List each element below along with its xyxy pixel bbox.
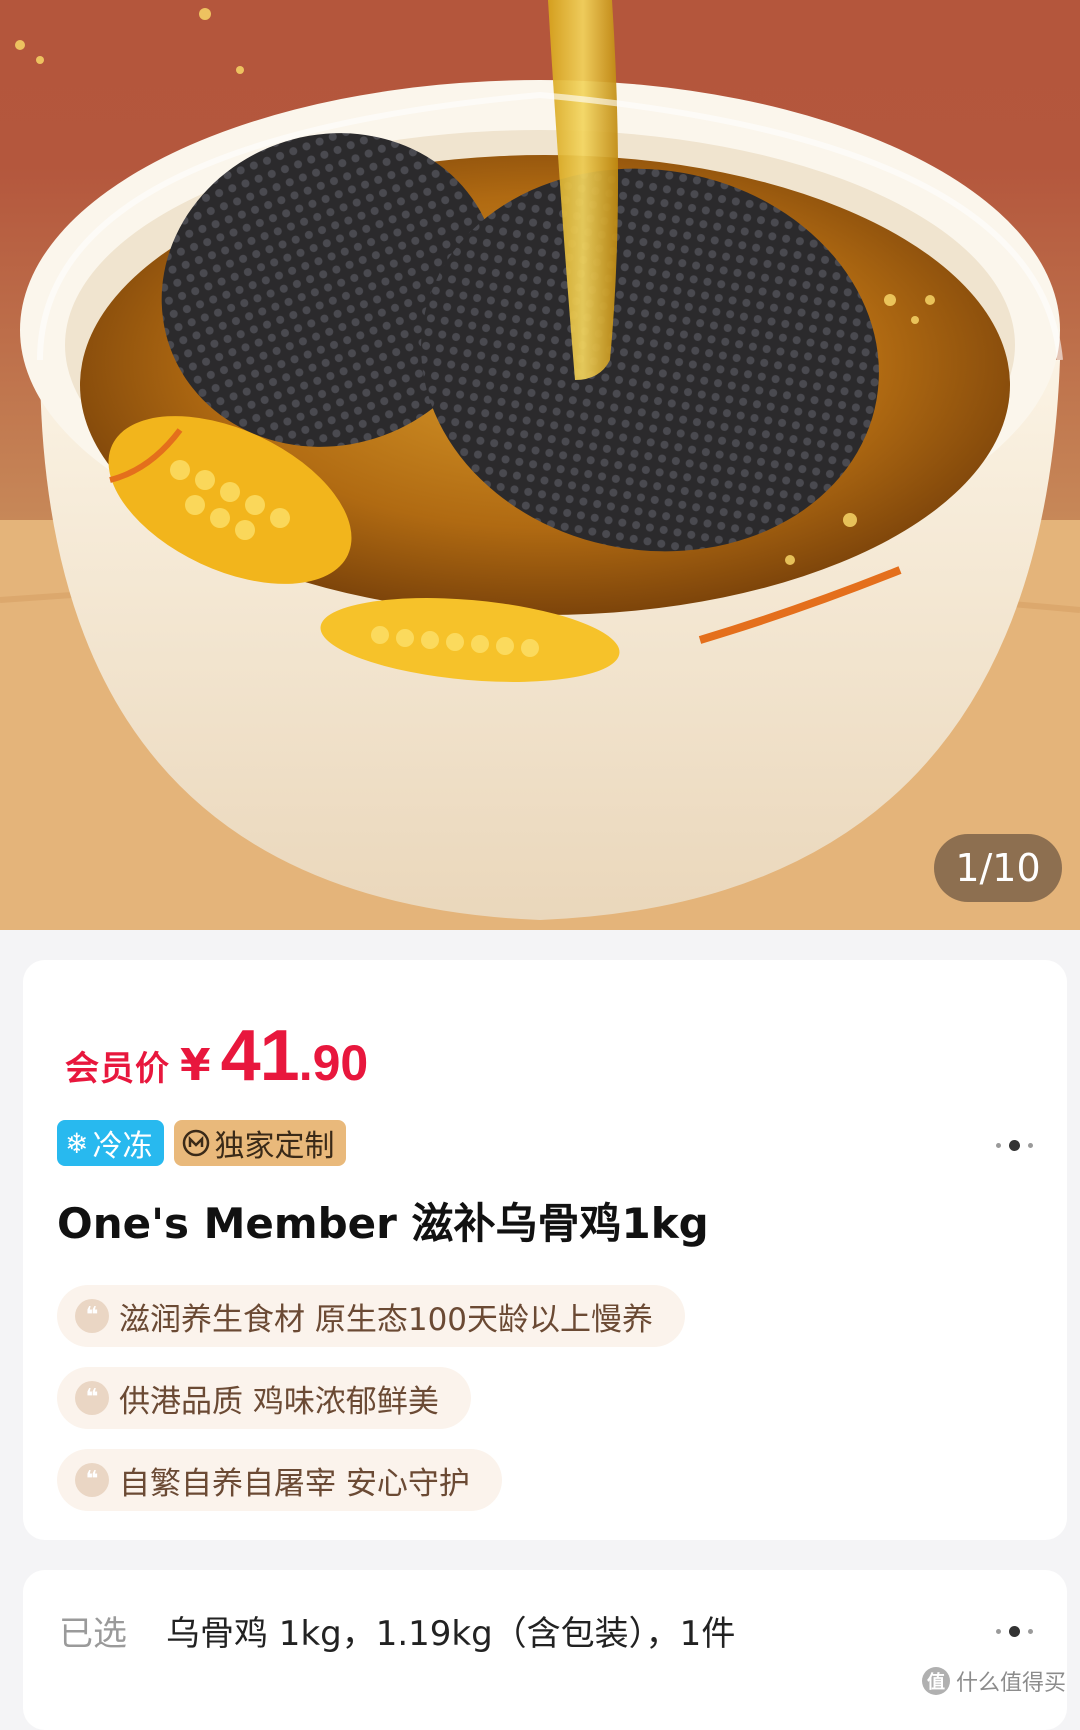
watermark-text: 什么值得买 (955, 1671, 1066, 1696)
quote-icon: ❝ (75, 1463, 109, 1497)
tag-exclusive: 独家定制 (174, 1120, 347, 1166)
more-options-icon[interactable] (996, 1626, 1033, 1637)
product-info-card: 会员价 ¥ 41 .90 ❄ 冷冻 独家定制 One's Member 滋补乌骨… (23, 960, 1067, 1540)
quote-icon: ❝ (75, 1381, 109, 1415)
more-options-icon[interactable] (996, 1140, 1033, 1151)
member-price: 会员价 ¥ 41 .90 (65, 1015, 369, 1096)
brand-logo-icon (182, 1129, 210, 1157)
price-decimal: .90 (298, 1035, 369, 1091)
tag-label: 冷冻 (92, 1129, 153, 1164)
image-page-counter: 1/10 (934, 834, 1062, 902)
feature-text: 滋润养生食材 原生态100天龄以上慢养 (119, 1301, 654, 1338)
feature-item: ❝ 自繁自养自屠宰 安心守护 (57, 1449, 502, 1511)
feature-list: ❝ 滋润养生食材 原生态100天龄以上慢养 ❝ 供港品质 鸡味浓郁鲜美 ❝ 自繁… (57, 1285, 686, 1531)
selected-spec-row[interactable]: 已选 乌骨鸡 1kg，1.19kg（含包装），1件 (23, 1570, 1067, 1730)
spec-value: 乌骨鸡 1kg，1.19kg（含包装），1件 (166, 1614, 736, 1654)
spec-label: 已选 (59, 1614, 127, 1654)
feature-text: 自繁自养自屠宰 安心守护 (119, 1465, 470, 1502)
product-title: One's Member 滋补乌骨鸡1kg (57, 1199, 709, 1248)
quote-icon: ❝ (75, 1299, 109, 1333)
price-integer: 41 (220, 1016, 300, 1096)
product-tags: ❄ 冷冻 独家定制 (57, 1120, 347, 1166)
price-label: 会员价 (65, 1049, 170, 1089)
watermark: 值 什么值得买 (921, 1665, 1066, 1697)
product-photo (0, 0, 1080, 930)
feature-item: ❝ 滋润养生食材 原生态100天龄以上慢养 (57, 1285, 686, 1347)
snowflake-icon: ❄ (65, 1126, 89, 1160)
tag-label: 独家定制 (214, 1129, 335, 1164)
smzdm-logo-icon: 值 (921, 1667, 950, 1695)
feature-text: 供港品质 鸡味浓郁鲜美 (119, 1383, 439, 1420)
feature-item: ❝ 供港品质 鸡味浓郁鲜美 (57, 1367, 471, 1429)
product-image-gallery[interactable]: 1/10 (0, 0, 1080, 930)
tag-frozen: ❄ 冷冻 (57, 1120, 165, 1166)
price-currency: ¥ (180, 1040, 211, 1091)
